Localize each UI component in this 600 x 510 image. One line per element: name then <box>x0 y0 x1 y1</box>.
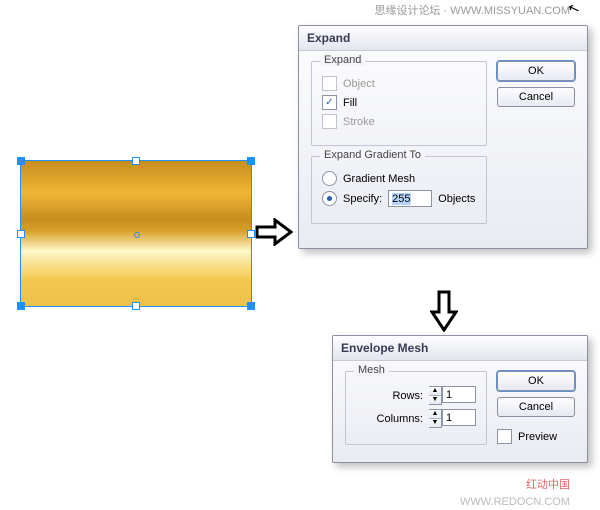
expand-dialog: Expand Expand Object Fill Stroke Expand … <box>298 25 588 249</box>
rows-label: Rows: <box>392 390 423 402</box>
radio-gradient-mesh[interactable]: Gradient Mesh <box>322 171 476 186</box>
group-mesh-title: Mesh <box>354 364 389 376</box>
group-expand-title: Expand <box>320 54 365 66</box>
cancel-button[interactable]: Cancel <box>497 397 575 417</box>
ok-button[interactable]: OK <box>497 61 575 81</box>
columns-stepper[interactable]: ▲▼ 1 <box>429 409 476 428</box>
ok-button[interactable]: OK <box>497 371 575 391</box>
dialog-title: Expand <box>299 26 587 51</box>
radio-specify[interactable]: Specify: 255 Objects <box>322 190 476 207</box>
chevron-up-icon: ▲ <box>429 410 441 419</box>
arrow-down-icon <box>430 290 458 332</box>
watermark-top: 思缘设计论坛 · WWW.MISSYUAN.COM <box>374 2 570 18</box>
checkbox-preview[interactable]: Preview <box>497 429 575 444</box>
checkbox-object: Object <box>322 76 476 91</box>
dialog-title: Envelope Mesh <box>333 336 587 361</box>
checkbox-fill[interactable]: Fill <box>322 95 476 110</box>
envelope-mesh-dialog: Envelope Mesh Mesh Rows: ▲▼ 1 Columns: ▲… <box>332 335 588 463</box>
chevron-down-icon: ▼ <box>429 419 441 427</box>
arrow-right-icon <box>255 218 293 246</box>
group-gradient-title: Expand Gradient To <box>320 149 425 161</box>
watermark-bottom-2: WWW.REDOCN.COM <box>460 496 570 508</box>
rows-stepper[interactable]: ▲▼ 1 <box>429 386 476 405</box>
chevron-up-icon: ▲ <box>429 387 441 396</box>
cancel-button[interactable]: Cancel <box>497 87 575 107</box>
chevron-down-icon: ▼ <box>429 396 441 404</box>
specify-input[interactable]: 255 <box>388 190 432 207</box>
watermark-bottom-1: 红动中国 <box>526 476 570 492</box>
selected-rectangle[interactable] <box>20 160 252 307</box>
columns-label: Columns: <box>377 413 423 425</box>
checkbox-stroke: Stroke <box>322 114 476 129</box>
